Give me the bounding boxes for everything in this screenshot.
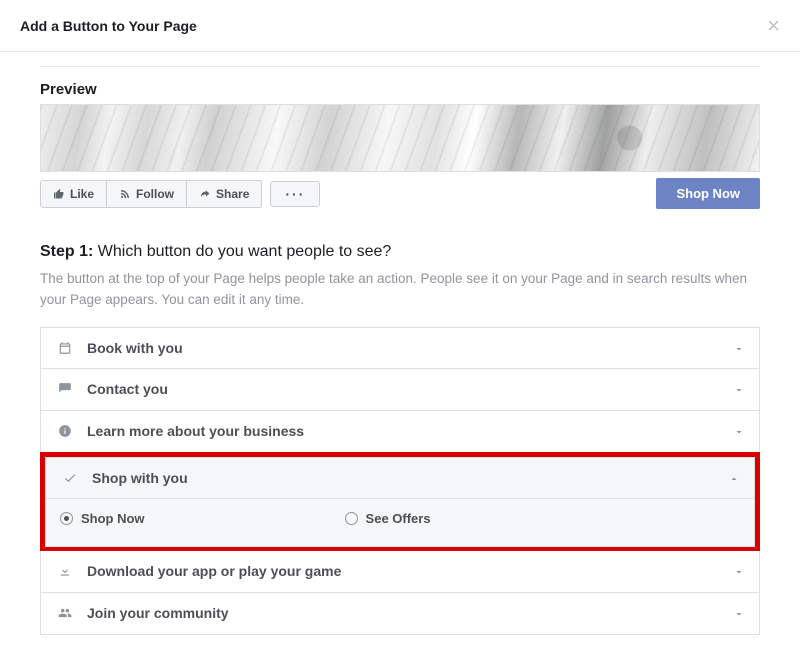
cta-preview-button[interactable]: Shop Now <box>656 178 760 209</box>
step1-prefix: Step 1: <box>40 243 93 260</box>
option-label: Shop with you <box>92 470 188 486</box>
page-action-group: Like Follow Share <box>40 180 262 208</box>
option-label: Contact you <box>87 381 168 397</box>
check-icon <box>60 471 80 485</box>
download-icon <box>55 564 75 578</box>
option-label: Learn more about your business <box>87 423 304 439</box>
radio-icon <box>60 512 73 525</box>
chat-icon <box>55 382 75 396</box>
option-label: Book with you <box>87 340 183 356</box>
cover-photo-preview <box>40 104 760 172</box>
chevron-down-icon <box>733 564 745 578</box>
option-download-app[interactable]: Download your app or play your game <box>40 551 760 593</box>
group-icon <box>55 606 75 620</box>
calendar-icon <box>55 341 75 355</box>
close-icon[interactable]: × <box>767 15 780 37</box>
option-label: Join your community <box>87 605 229 621</box>
highlighted-selection: Shop with you Shop Now See Offers <box>40 452 760 552</box>
chevron-down-icon <box>733 341 745 355</box>
chevron-down-icon <box>733 382 745 396</box>
button-options-list: Book with you Contact you Learn more abo… <box>40 327 760 635</box>
follow-label: Follow <box>136 187 174 201</box>
step1-heading: Step 1: Which button do you want people … <box>40 243 760 261</box>
radio-see-offers[interactable]: See Offers <box>345 511 431 526</box>
chevron-down-icon <box>733 424 745 438</box>
rss-icon <box>119 187 131 201</box>
chevron-down-icon <box>733 606 745 620</box>
dialog-header: Add a Button to Your Page × <box>0 0 800 52</box>
dialog-content: Preview Like Follow Share <box>0 66 800 655</box>
more-label: ··· <box>285 186 305 202</box>
cta-preview-label: Shop Now <box>676 186 740 201</box>
chevron-up-icon <box>728 471 740 485</box>
share-label: Share <box>216 187 249 201</box>
radio-shop-now[interactable]: Shop Now <box>60 511 145 526</box>
step1-question: Which button do you want people to see? <box>93 243 391 260</box>
option-label: Download your app or play your game <box>87 563 341 579</box>
option-book-with-you[interactable]: Book with you <box>40 327 760 369</box>
share-button[interactable]: Share <box>187 181 261 207</box>
preview-label: Preview <box>40 81 760 98</box>
radio-icon <box>345 512 358 525</box>
option-learn-more[interactable]: Learn more about your business <box>40 411 760 453</box>
option-contact-you[interactable]: Contact you <box>40 369 760 411</box>
shop-sub-options: Shop Now See Offers <box>45 499 755 547</box>
thumbs-up-icon <box>53 187 65 201</box>
share-icon <box>199 187 211 201</box>
page-actions-row: Like Follow Share ··· Shop Now <box>40 178 760 209</box>
radio-label: See Offers <box>366 511 431 526</box>
radio-label: Shop Now <box>81 511 145 526</box>
like-button[interactable]: Like <box>41 181 107 207</box>
follow-button[interactable]: Follow <box>107 181 187 207</box>
like-label: Like <box>70 187 94 201</box>
dialog-title: Add a Button to Your Page <box>20 18 197 34</box>
more-actions-button[interactable]: ··· <box>270 181 320 207</box>
option-join-community[interactable]: Join your community <box>40 593 760 635</box>
info-icon <box>55 424 75 438</box>
step1-description: The button at the top of your Page helps… <box>40 269 760 311</box>
option-shop-with-you[interactable]: Shop with you <box>45 457 755 499</box>
